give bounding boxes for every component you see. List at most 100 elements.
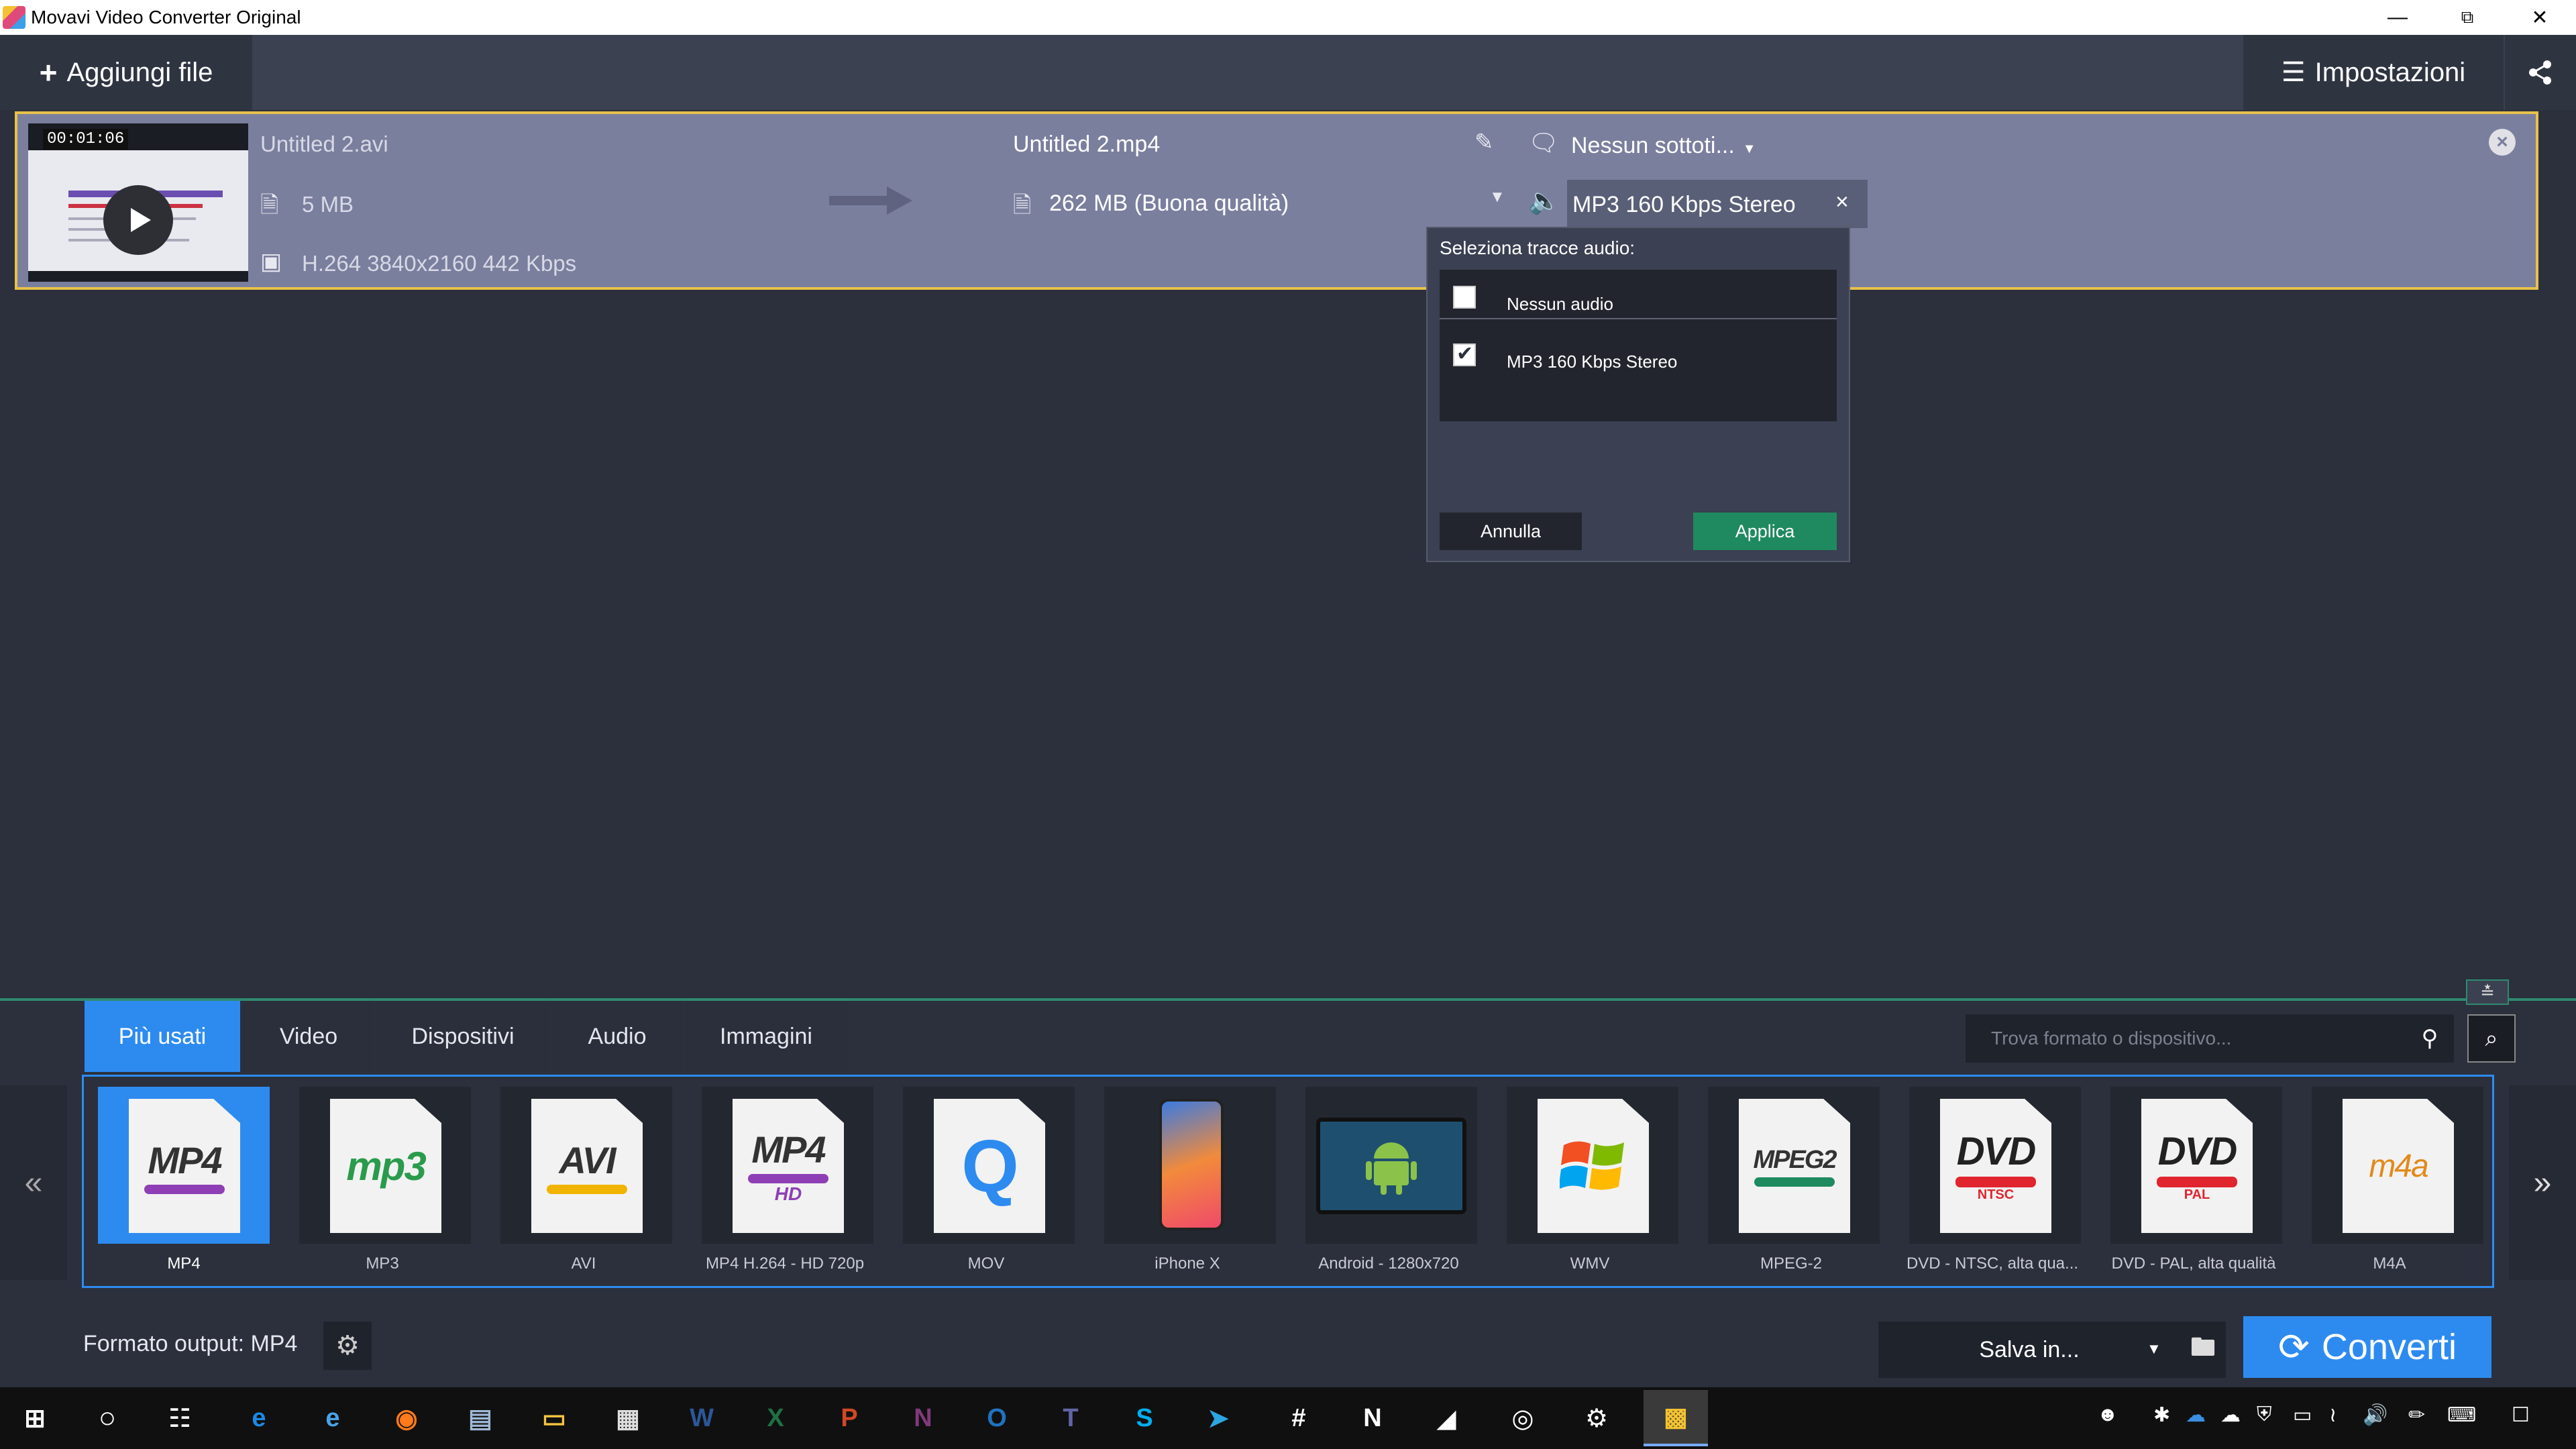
audio-track-dropdown[interactable]: MP3 160 Kbps Stereo × (1567, 180, 1868, 228)
gear-icon[interactable]: ⚙ (323, 1322, 372, 1370)
skype-icon[interactable]: S (1116, 1390, 1173, 1446)
format-tile-wmv[interactable] (1507, 1087, 1678, 1244)
subtitles-dropdown[interactable]: Nessun sottoti... ▼ (1571, 133, 1756, 159)
output-filename[interactable]: Untitled 2.mp4 (1013, 131, 1160, 158)
subtitle-icon: 🗨 (1528, 129, 1559, 156)
tray-app-icon[interactable]: ✱ (2153, 1403, 2170, 1427)
detect-format-icon[interactable]: ⌕ (2467, 1014, 2516, 1063)
format-tile-android[interactable] (1305, 1087, 1477, 1244)
format-search-input[interactable]: Trova formato o dispositivo... (1966, 1014, 2406, 1063)
format-tile-dvd-ntsc[interactable]: DVD NTSC (1909, 1087, 2081, 1244)
telegram-icon[interactable]: ➤ (1190, 1390, 1246, 1446)
file-item[interactable]: 00:01:06 Untitled 2.avi 🗎 5 MB ▣ H.264 3… (15, 111, 2538, 290)
windows-start-icon[interactable]: ⊞ (7, 1390, 63, 1446)
close-button[interactable]: ✕ (2506, 0, 2573, 35)
folder-icon[interactable]: 🖿 (2180, 1322, 2226, 1378)
output-size: 262 MB (Buona qualità) (1049, 191, 1289, 216)
task-view-icon[interactable]: ☷ (152, 1390, 208, 1446)
add-files-button[interactable]: + Aggiungi file (0, 35, 252, 110)
outlook-icon[interactable]: O (969, 1390, 1025, 1446)
onedrive-icon[interactable]: ☁ (2186, 1403, 2206, 1427)
onenote-icon[interactable]: N (895, 1390, 951, 1446)
format-label: WMV (1570, 1254, 1610, 1273)
refresh-icon: ⟳ (2278, 1326, 2310, 1368)
track-checkbox[interactable] (1453, 286, 1476, 309)
speaker-icon: 🔈 (1528, 187, 1560, 215)
track-label: Nessun audio (1507, 294, 1613, 314)
format-tile-iphone-x[interactable] (1104, 1087, 1276, 1244)
edit-pencil-icon[interactable]: ✎ (1474, 129, 1494, 156)
store-icon[interactable]: ▦ (600, 1390, 656, 1446)
convert-button[interactable]: ⟳ Converti (2243, 1316, 2491, 1378)
remove-file-icon[interactable]: × (2489, 129, 2516, 156)
format-label: MPEG-2 (1760, 1254, 1822, 1273)
tab-images[interactable]: Immagini (686, 1001, 847, 1072)
excel-icon[interactable]: X (747, 1390, 804, 1446)
format-tile-avi[interactable]: AVI (500, 1087, 672, 1244)
file-manager-icon[interactable]: ▤ (452, 1390, 508, 1446)
firefox-icon[interactable]: ◉ (378, 1390, 435, 1446)
wifi-icon[interactable]: ≀ (2329, 1403, 2337, 1427)
convert-label: Converti (2321, 1327, 2457, 1367)
track-row[interactable]: Nessun audio (1440, 279, 1837, 319)
teams-icon[interactable]: T (1042, 1390, 1099, 1446)
cortana-search-icon[interactable]: ○ (79, 1390, 136, 1446)
apply-button[interactable]: Applica (1693, 513, 1837, 550)
scroll-right-icon[interactable]: » (2509, 1085, 2576, 1280)
track-checkbox[interactable] (1453, 342, 1476, 366)
video-thumbnail[interactable]: 00:01:06 (28, 123, 248, 282)
format-label: DVD - NTSC, alta qua... (1906, 1254, 2079, 1273)
volume-icon[interactable]: 🔊 (2363, 1403, 2387, 1427)
notifications-icon[interactable]: ☐ (2512, 1403, 2530, 1427)
keyboard-icon[interactable]: ⌨ (2447, 1403, 2476, 1427)
mp3-icon: mp3 (330, 1099, 441, 1233)
pen-icon[interactable]: ✏ (2408, 1403, 2425, 1427)
plus-icon: + (39, 55, 58, 90)
windows-app-icon[interactable]: ◢ (1418, 1390, 1474, 1446)
format-tile-dvd-pal[interactable]: DVD PAL (2110, 1087, 2282, 1244)
settings-gear-icon[interactable]: ⚙ (1568, 1390, 1625, 1446)
restore-button[interactable]: ⧉ (2434, 0, 2501, 35)
track-row[interactable]: MP3 160 Kbps Stereo (1440, 337, 1837, 377)
output-format-label: Formato output: MP4 (83, 1331, 298, 1356)
tab-video[interactable]: Video (243, 1001, 374, 1072)
people-icon[interactable]: ☻ (2097, 1403, 2118, 1426)
save-in-dropdown[interactable]: Salva in... ▼ (1878, 1322, 2180, 1378)
notion-icon[interactable]: N (1344, 1390, 1401, 1446)
word-icon[interactable]: W (674, 1390, 730, 1446)
format-tile-m4a[interactable]: m4a (2312, 1087, 2483, 1244)
cancel-button[interactable]: Annulla (1440, 513, 1582, 550)
powerpoint-icon[interactable]: P (821, 1390, 877, 1446)
mp4-hd-icon: MP4 HD (733, 1099, 844, 1233)
chevron-down-icon: ▼ (2147, 1340, 2161, 1357)
collapse-panel-icon[interactable]: ≛ (2466, 979, 2509, 1005)
defender-shield-icon[interactable]: ⛨ (2257, 1403, 2272, 1426)
explorer-folder-icon[interactable]: ▭ (526, 1390, 582, 1446)
format-tile-mpeg2[interactable]: MPEG2 (1708, 1087, 1880, 1244)
quality-dropdown-icon[interactable]: ▼ (1489, 188, 1505, 207)
scroll-left-icon[interactable]: « (0, 1085, 67, 1280)
format-tile-mp4-hd[interactable]: MP4 HD (702, 1087, 873, 1244)
tab-devices[interactable]: Dispositivi (377, 1001, 549, 1072)
title-bar: Movavi Video Converter Original — ⧉ ✕ (0, 0, 2576, 35)
format-tile-mp3[interactable]: mp3 (299, 1087, 471, 1244)
close-icon[interactable]: × (1835, 189, 1849, 215)
format-tile-mp4[interactable]: MP4 (98, 1087, 270, 1244)
edge-icon[interactable]: e (231, 1390, 287, 1446)
format-label: M4A (2373, 1254, 2406, 1273)
battery-icon[interactable]: ▭ (2293, 1403, 2312, 1427)
slack-icon[interactable]: # (1271, 1390, 1327, 1446)
search-icon[interactable]: ⚲ (2406, 1014, 2454, 1063)
source-filename: Untitled 2.avi (260, 131, 388, 156)
share-button[interactable] (2505, 35, 2576, 110)
internet-explorer-icon[interactable]: e (305, 1390, 361, 1446)
format-tile-mov[interactable]: Q (903, 1087, 1075, 1244)
cloud-icon[interactable]: ☁ (2220, 1403, 2241, 1427)
play-icon[interactable] (103, 185, 173, 255)
tab-most-used[interactable]: Più usati (85, 1001, 240, 1072)
settings-button[interactable]: ☰ Impostazioni (2243, 35, 2504, 110)
media-app-icon[interactable]: ◎ (1495, 1390, 1551, 1446)
tab-audio[interactable]: Audio (551, 1001, 683, 1072)
movavi-taskbar-icon[interactable]: ▩ (1644, 1390, 1708, 1446)
minimize-button[interactable]: — (2364, 0, 2431, 35)
